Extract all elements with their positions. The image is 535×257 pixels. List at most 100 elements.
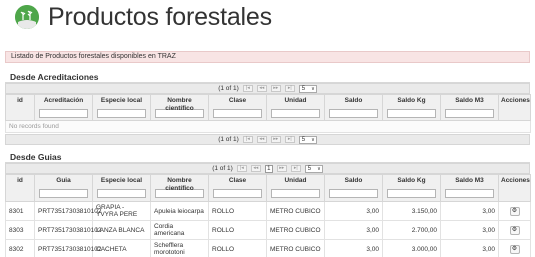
cell-saldo: 3,00 bbox=[324, 220, 383, 240]
column-header-especie[interactable]: Especie local bbox=[92, 94, 151, 121]
info-banner: Listado de Productos forestales disponib… bbox=[5, 51, 530, 63]
column-header-saldo[interactable]: Saldo bbox=[324, 94, 383, 121]
paginator-acreditaciones-bottom: (1 of 1) |◂ ◂◂ ▸▸ ▸| 5 bbox=[5, 134, 530, 145]
cell-id: 8303 bbox=[5, 220, 35, 240]
cell-acciones: ⚙ bbox=[498, 239, 531, 257]
cell-id: 8302 bbox=[5, 239, 35, 257]
prev-page-button[interactable]: ◂◂ bbox=[250, 165, 261, 172]
column-header-acciones: Acciones bbox=[498, 94, 531, 121]
filter-input-guia[interactable] bbox=[39, 189, 88, 198]
cell-saldo: 3,00 bbox=[324, 239, 383, 257]
rows-per-page-select[interactable]: 5 bbox=[298, 84, 317, 93]
cell-especie: GRAPIA - YVYRA PERE bbox=[92, 201, 151, 221]
cell-cientifico: Cordia americana bbox=[150, 220, 209, 240]
cell-saldo-kg: 3.150,00 bbox=[382, 201, 441, 221]
cell-guia: PRT73517303810102 bbox=[34, 220, 102, 240]
filter-input-especie[interactable] bbox=[97, 189, 146, 198]
column-header-unidad[interactable]: Unidad bbox=[266, 94, 325, 121]
page-title: Productos forestales bbox=[48, 3, 272, 31]
cell-acciones: ⚙ bbox=[498, 220, 531, 240]
column-header-guia[interactable]: Guia bbox=[34, 174, 93, 202]
column-header-saldo-kg[interactable]: Saldo Kg bbox=[382, 174, 441, 202]
cell-unidad: METRO CUBICO bbox=[266, 220, 325, 240]
column-header-id[interactable]: id bbox=[5, 94, 35, 121]
table-row: 8303 PRT73517303810102 LANZA BLANCA Cord… bbox=[5, 220, 531, 240]
filter-input-unidad[interactable] bbox=[271, 109, 320, 118]
table-header-row: id Acreditación Especie local Nombre cie… bbox=[5, 94, 531, 121]
column-header-clase[interactable]: Clase bbox=[208, 94, 267, 121]
column-header-unidad[interactable]: Unidad bbox=[266, 174, 325, 202]
cell-especie: CACHETA bbox=[92, 239, 151, 257]
cell-clase: ROLLO bbox=[208, 220, 267, 240]
cell-cientifico: Apuleia leiocarpa bbox=[150, 201, 209, 221]
column-header-saldo-m3[interactable]: Saldo M3 bbox=[440, 94, 499, 121]
cell-especie: LANZA BLANCA bbox=[92, 220, 151, 240]
cell-saldo-kg: 3.000,00 bbox=[382, 239, 441, 257]
first-page-button[interactable]: |◂ bbox=[236, 165, 247, 172]
filter-input-clase[interactable] bbox=[213, 189, 262, 198]
table-row: 8302 PRT73517303810102 CACHETA Scheffler… bbox=[5, 239, 531, 257]
cell-id: 8301 bbox=[5, 201, 35, 221]
rows-per-page-select[interactable]: 5 bbox=[304, 164, 323, 173]
paginator-current: (1 of 1) bbox=[218, 85, 239, 92]
cell-saldo-m3: 3,00 bbox=[440, 239, 499, 257]
first-page-button[interactable]: |◂ bbox=[242, 85, 253, 92]
cell-guia: PRT73517303810102 bbox=[34, 201, 102, 221]
gear-icon[interactable]: ⚙ bbox=[509, 244, 520, 254]
cell-clase: ROLLO bbox=[208, 201, 267, 221]
column-header-clase[interactable]: Clase bbox=[208, 174, 267, 202]
gear-icon[interactable]: ⚙ bbox=[509, 206, 520, 216]
column-header-cientifico[interactable]: Nombre científico bbox=[150, 174, 209, 202]
filter-input-especie[interactable] bbox=[97, 109, 146, 118]
filter-input-saldo-kg[interactable] bbox=[387, 109, 436, 118]
acreditaciones-table: id Acreditación Especie local Nombre cie… bbox=[5, 94, 531, 133]
paginator-current: (1 of 1) bbox=[212, 165, 233, 172]
cell-saldo-m3: 3,00 bbox=[440, 201, 499, 221]
filter-input-saldo-m3[interactable] bbox=[445, 109, 494, 118]
filter-input-saldo[interactable] bbox=[329, 109, 378, 118]
paginator-current: (1 of 1) bbox=[218, 136, 239, 143]
cell-clase: ROLLO bbox=[208, 239, 267, 257]
last-page-button[interactable]: ▸| bbox=[284, 85, 295, 92]
table-header-row: id Guia Especie local Nombre científico … bbox=[5, 174, 531, 202]
next-page-button[interactable]: ▸▸ bbox=[270, 85, 281, 92]
section-title-guias: Desde Guias bbox=[10, 152, 62, 162]
column-header-saldo[interactable]: Saldo bbox=[324, 174, 383, 202]
prev-page-button[interactable]: ◂◂ bbox=[256, 85, 267, 92]
column-header-especie[interactable]: Especie local bbox=[92, 174, 151, 202]
cell-saldo-kg: 2.700,00 bbox=[382, 220, 441, 240]
next-page-button[interactable]: ▸▸ bbox=[276, 165, 287, 172]
filter-input-saldo-kg[interactable] bbox=[387, 189, 436, 198]
last-page-button[interactable]: ▸| bbox=[290, 165, 301, 172]
column-header-acciones: Acciones bbox=[498, 174, 531, 202]
last-page-button[interactable]: ▸| bbox=[284, 136, 295, 143]
filter-input-clase[interactable] bbox=[213, 109, 262, 118]
rows-per-page-select[interactable]: 5 bbox=[298, 135, 317, 144]
filter-input-saldo-m3[interactable] bbox=[445, 189, 494, 198]
filter-input-unidad[interactable] bbox=[271, 189, 320, 198]
next-page-button[interactable]: ▸▸ bbox=[270, 136, 281, 143]
cell-acciones: ⚙ bbox=[498, 201, 531, 221]
cell-cientifico: Schefflera morototoni bbox=[150, 239, 209, 257]
page-number-button[interactable]: 1 bbox=[264, 164, 273, 173]
cell-unidad: METRO CUBICO bbox=[266, 201, 325, 221]
gear-icon[interactable]: ⚙ bbox=[509, 225, 520, 235]
cell-unidad: METRO CUBICO bbox=[266, 239, 325, 257]
filter-input-acreditacion[interactable] bbox=[39, 109, 88, 118]
cell-saldo: 3,00 bbox=[324, 201, 383, 221]
guias-table: id Guia Especie local Nombre científico … bbox=[5, 174, 531, 257]
column-header-cientifico[interactable]: Nombre científico bbox=[150, 94, 209, 121]
first-page-button[interactable]: |◂ bbox=[242, 136, 253, 143]
column-header-acreditacion[interactable]: Acreditación bbox=[34, 94, 93, 121]
column-header-saldo-kg[interactable]: Saldo Kg bbox=[382, 94, 441, 121]
prev-page-button[interactable]: ◂◂ bbox=[256, 136, 267, 143]
page-header: Productos forestales bbox=[0, 0, 535, 40]
column-header-id[interactable]: id bbox=[5, 174, 35, 202]
section-title-acreditaciones: Desde Acreditaciones bbox=[10, 72, 99, 82]
empty-message: No records found bbox=[5, 120, 531, 133]
paginator-guias-top: (1 of 1) |◂ ◂◂ 1 ▸▸ ▸| 5 bbox=[5, 163, 530, 174]
forest-logo-icon bbox=[15, 5, 39, 29]
empty-row: No records found bbox=[5, 120, 531, 133]
filter-input-saldo[interactable] bbox=[329, 189, 378, 198]
column-header-saldo-m3[interactable]: Saldo M3 bbox=[440, 174, 499, 202]
